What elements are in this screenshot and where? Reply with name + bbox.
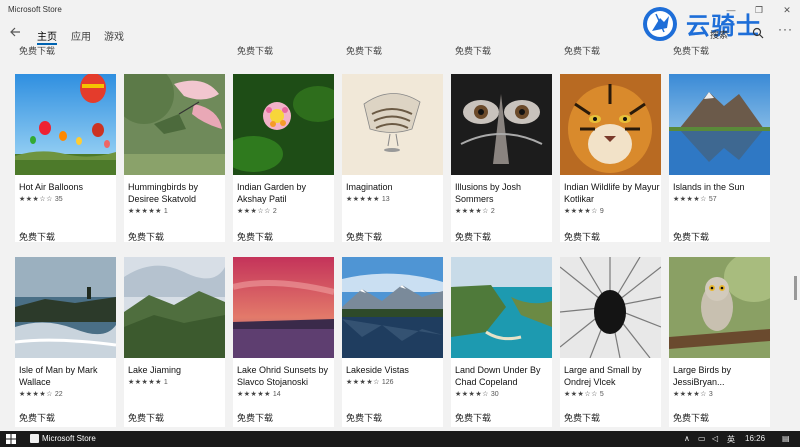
tile-name: Lake Jiaming xyxy=(128,365,182,375)
tile-price: 免费下载 xyxy=(673,232,710,242)
tile-name: Land Down Under By Chad Copeland xyxy=(455,365,541,387)
taskbar: Microsoft Store ∧ ▭ ◁ 英 16:26 ▤ xyxy=(0,431,800,447)
tile-thumbnail xyxy=(124,257,225,358)
tray-ime-indicator[interactable]: 英 xyxy=(727,434,735,445)
tile-name: Illusions by Josh Sommers xyxy=(455,182,522,204)
app-tile-land-down-under[interactable]: Land Down Under By Chad Copeland ★★★★☆ 3… xyxy=(451,257,552,427)
tile-thumbnail xyxy=(560,257,661,358)
tile-name: Lake Ohrid Sunsets by Slavco Stojanoski xyxy=(237,365,329,387)
tile-thumbnail xyxy=(669,257,770,358)
back-arrow-icon[interactable] xyxy=(8,24,24,40)
tile-rating: ★★★★☆ 3 xyxy=(673,391,713,398)
app-tile-indian-wildlife[interactable]: Indian Wildlife by Mayur Kotlikar ★★★★☆ … xyxy=(560,74,661,242)
tile-rating: ★★★★★ 14 xyxy=(237,391,281,398)
app-tile-large-and-small[interactable]: Large and Small by Ondrej Vlcek ★★★☆☆ 5 … xyxy=(560,257,661,427)
tile-rating: ★★★★☆ 2 xyxy=(455,208,495,215)
tile-price: 免费下载 xyxy=(237,232,274,242)
tile-name: Hummingbirds by Desiree Skatvold xyxy=(128,182,199,204)
tile-price: 免费下载 xyxy=(346,413,383,423)
tile-rating: ★★★★☆ 57 xyxy=(673,196,717,203)
price-label: 免费下载 xyxy=(19,46,56,56)
more-icon[interactable]: ··· xyxy=(778,22,793,36)
app-tile-imagination[interactable]: Imagination ★★★★★ 13 免费下载 xyxy=(342,74,443,242)
taskbar-store-label[interactable]: Microsoft Store xyxy=(42,434,96,443)
tile-name: Indian Garden by Akshay Patil xyxy=(237,182,307,204)
tile-name: Imagination xyxy=(346,182,393,192)
tile-price: 免费下载 xyxy=(128,232,165,242)
price-label: 免费下载 xyxy=(455,46,492,56)
tray-chevron-icon[interactable]: ∧ xyxy=(684,434,690,443)
tray-network-icon[interactable]: ▭ xyxy=(698,434,706,443)
tile-name: Isle of Man by Mark Wallace xyxy=(19,365,98,387)
tile-price: 免费下载 xyxy=(455,413,492,423)
tile-thumbnail xyxy=(233,257,334,358)
tile-price: 免费下载 xyxy=(564,232,601,242)
tab-games[interactable]: 游戏 xyxy=(104,28,124,43)
tile-rating: ★★★☆☆ 5 xyxy=(564,391,604,398)
window-title: Microsoft Store xyxy=(8,5,62,14)
store-window: Microsoft Store — ❐ ✕ 云骑士 主页 应用 游戏 搜索 ··… xyxy=(0,0,800,447)
price-label: 免费下载 xyxy=(346,46,383,56)
tile-name: Large and Small by Ondrej Vlcek xyxy=(564,365,642,387)
tile-price: 免费下载 xyxy=(346,232,383,242)
app-tile-lake-jiaming[interactable]: Lake Jiaming ★★★★★ 1 免费下载 xyxy=(124,257,225,427)
taskbar-clock[interactable]: 16:26 xyxy=(745,434,765,443)
tile-name: Lakeside Vistas xyxy=(346,365,409,375)
tile-price: 免费下载 xyxy=(19,413,56,423)
tile-rating: ★★★★★ 1 xyxy=(128,208,168,215)
tile-thumbnail xyxy=(342,257,443,358)
tile-rating: ★★★☆☆ 2 xyxy=(237,208,277,215)
tile-thumbnail xyxy=(342,74,443,175)
tile-thumbnail xyxy=(560,74,661,175)
tile-thumbnail xyxy=(669,74,770,175)
tile-rating: ★★★★☆ 126 xyxy=(346,379,394,386)
tile-price: 免费下载 xyxy=(673,413,710,423)
price-label: 免费下载 xyxy=(564,46,601,56)
tile-name: Large Birds by JessiBryan... xyxy=(673,365,732,387)
app-tile-large-birds[interactable]: Large Birds by JessiBryan... ★★★★☆ 3 免费下… xyxy=(669,257,770,427)
close-icon[interactable]: ✕ xyxy=(780,3,794,17)
search-button[interactable]: 搜索 xyxy=(710,28,728,41)
tile-price: 免费下载 xyxy=(19,232,56,242)
tile-rating: ★★★★☆ 22 xyxy=(19,391,63,398)
tile-rating: ★★★★☆ 30 xyxy=(455,391,499,398)
tile-rating: ★★★★★ 1 xyxy=(128,379,168,386)
tile-rating: ★★★★★ 13 xyxy=(346,196,390,203)
app-tile-indian-garden[interactable]: Indian Garden by Akshay Patil ★★★☆☆ 2 免费… xyxy=(233,74,334,242)
tile-price: 免费下载 xyxy=(128,413,165,423)
tile-rating: ★★★☆☆ 35 xyxy=(19,196,63,203)
tile-thumbnail xyxy=(451,257,552,358)
tile-thumbnail xyxy=(15,74,116,175)
tile-name: Indian Wildlife by Mayur Kotlikar xyxy=(564,182,660,204)
store-app-icon[interactable] xyxy=(30,434,39,443)
app-tile-islands-in-the-sun[interactable]: Islands in the Sun ★★★★☆ 57 免费下载 xyxy=(669,74,770,242)
tile-thumbnail xyxy=(233,74,334,175)
tile-thumbnail xyxy=(124,74,225,175)
tile-name: Hot Air Balloons xyxy=(19,182,84,192)
tile-rating: ★★★★☆ 9 xyxy=(564,208,604,215)
tile-price: 免费下载 xyxy=(455,232,492,242)
app-tile-illusions[interactable]: Illusions by Josh Sommers ★★★★☆ 2 免费下载 xyxy=(451,74,552,242)
tab-home[interactable]: 主页 xyxy=(37,28,57,43)
price-label: 免费下载 xyxy=(673,46,710,56)
scrollbar-thumb[interactable] xyxy=(794,276,797,300)
tile-name: Islands in the Sun xyxy=(673,182,745,192)
tile-thumbnail xyxy=(451,74,552,175)
windows-start-icon[interactable] xyxy=(6,434,16,444)
app-tile-isle-of-man[interactable]: Isle of Man by Mark Wallace ★★★★☆ 22 免费下… xyxy=(15,257,116,427)
app-tile-hot-air-balloons[interactable]: Hot Air Balloons ★★★☆☆ 35 免费下载 xyxy=(15,74,116,242)
notification-icon[interactable]: ▤ xyxy=(782,434,790,443)
app-tile-lakeside-vistas[interactable]: Lakeside Vistas ★★★★☆ 126 免费下载 xyxy=(342,257,443,427)
tray-volume-icon[interactable]: ◁ xyxy=(712,434,718,443)
app-tile-hummingbirds[interactable]: Hummingbirds by Desiree Skatvold ★★★★★ 1… xyxy=(124,74,225,242)
search-icon[interactable] xyxy=(752,27,764,39)
price-label: 免费下载 xyxy=(237,46,274,56)
tile-thumbnail xyxy=(15,257,116,358)
tab-apps[interactable]: 应用 xyxy=(71,28,91,43)
app-tile-lake-ohrid-sunsets[interactable]: Lake Ohrid Sunsets by Slavco Stojanoski … xyxy=(233,257,334,427)
tile-price: 免费下载 xyxy=(564,413,601,423)
tile-price: 免费下载 xyxy=(237,413,274,423)
